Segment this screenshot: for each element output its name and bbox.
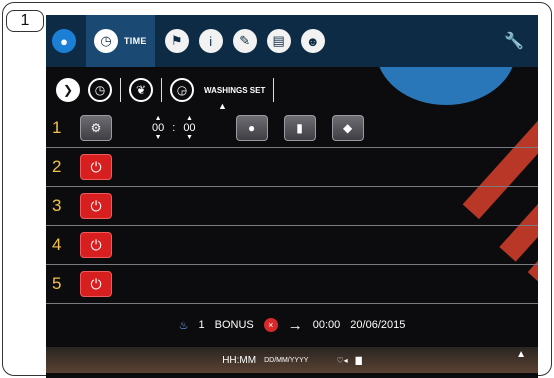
power-icon: ⏻ xyxy=(90,275,102,292)
time-format: HH:MM xyxy=(222,354,257,366)
row-number: 5 xyxy=(52,274,62,293)
tab-time-label: TIME xyxy=(124,36,147,46)
minutes-stepper[interactable]: ▲ 00 ▼ xyxy=(183,115,195,141)
hours-stepper[interactable]: ▲ 00 ▼ xyxy=(152,115,164,141)
bonus-count: 1 xyxy=(198,319,205,331)
row-number: 1 xyxy=(52,118,62,137)
milk-temperature-icon[interactable]: ▮ xyxy=(283,115,316,141)
bonus-bar: ♨ 1 BONUS × → 00:00 20/06/2015 xyxy=(46,311,538,339)
table-row: 3 ⏻ xyxy=(46,187,538,226)
info-icon[interactable]: i xyxy=(198,29,223,53)
power-button[interactable]: ⏻ xyxy=(80,193,112,219)
shower-icon: ♨ xyxy=(178,319,189,332)
power-icon: ⏻ xyxy=(90,197,102,214)
table-row: 2 ⏻ xyxy=(46,148,538,187)
sub-toolbar: ❯ ◷ ❦ ◶ WASHINGS SET xyxy=(46,73,275,107)
next-wash-time: 00:00 xyxy=(312,319,341,331)
row-number: 2 xyxy=(52,157,62,176)
separator xyxy=(273,78,275,102)
step-badge: 1 xyxy=(6,10,44,32)
hours-value: 00 xyxy=(152,122,165,134)
row-number: 4 xyxy=(52,235,62,254)
wrench-icon[interactable]: 🔧 xyxy=(504,31,524,51)
user-computer-icon[interactable]: ☻ xyxy=(300,29,325,53)
heart-volume-icon: ♡◂ xyxy=(336,355,348,365)
caret-up-icon[interactable]: ▲ xyxy=(155,115,162,122)
power-icon: ⏻ xyxy=(90,236,102,253)
table-row: 4 ⏻ xyxy=(46,226,538,265)
date-format: DD/MM/YYYY xyxy=(264,356,309,364)
separator xyxy=(161,78,162,102)
cleaning-tablet-icon[interactable]: ◆ xyxy=(331,115,364,141)
schedule-rows: 1 ⚙ ▲ 00 ▼ : ▲ 00 ▼ ● ▮ ◆ 2 ⏻ 3 ⏻ 4 ⏻ 5 … xyxy=(46,109,538,304)
water-drop-icon[interactable]: ● xyxy=(52,29,76,53)
coffee-bean-icon[interactable]: ● xyxy=(235,115,268,141)
wash-options: ● ▮ ◆ xyxy=(235,115,364,141)
flag-icon[interactable]: ⚑ xyxy=(164,29,189,53)
clock-power-icon[interactable]: ◷ xyxy=(88,78,112,102)
next-wash-date: 20/06/2015 xyxy=(350,319,406,331)
table-row: 5 ⏻ xyxy=(46,265,538,304)
separator xyxy=(120,78,121,102)
time-colon: : xyxy=(172,122,176,134)
minutes-value: 00 xyxy=(183,122,196,134)
time-setter: ▲ 00 ▼ : ▲ 00 ▼ xyxy=(152,115,196,141)
bonus-cancel-button[interactable]: × xyxy=(263,318,278,332)
caret-up-icon[interactable]: ▲ xyxy=(186,115,193,122)
table-row: 1 ⚙ ▲ 00 ▼ : ▲ 00 ▼ ● ▮ ◆ xyxy=(46,109,538,148)
arrow-right-icon: → xyxy=(287,316,303,334)
pencil-icon[interactable]: ✎ xyxy=(232,29,257,53)
caret-down-icon[interactable]: ▼ xyxy=(155,134,162,141)
power-button[interactable]: ⏻ xyxy=(80,232,112,258)
caret-down-icon[interactable]: ▼ xyxy=(186,134,193,141)
bonus-label: BONUS xyxy=(214,319,254,331)
top-toolbar: ● ◷ TIME ⚑ i ✎ ▤ ☻ 🔧 xyxy=(46,15,538,67)
tab-time[interactable]: ◷ TIME xyxy=(86,15,155,67)
chevron-right-icon[interactable]: ❯ xyxy=(56,78,80,102)
row-number: 3 xyxy=(52,196,62,215)
washings-set-label: WASHINGS SET xyxy=(204,85,266,95)
cup-icon: ▇ xyxy=(355,355,362,365)
arrow-up-icon[interactable]: ▲ xyxy=(516,349,526,360)
page: 1 ● ◷ TIME ⚑ i ✎ ▤ ☻ 🔧 ❯ ◷ ❦ ◶ WASHINGS … xyxy=(0,0,554,378)
leaf-icon[interactable]: ❦ xyxy=(129,78,153,102)
power-button[interactable]: ⏻ xyxy=(80,271,112,297)
document-icon[interactable]: ▤ xyxy=(266,29,291,53)
clock-icon: ◷ xyxy=(94,29,118,53)
status-bar: HH:MM DD/MM/YYYY ♡◂ ▇ xyxy=(46,347,538,373)
wash-program-button[interactable]: ⚙ xyxy=(80,115,112,141)
clock-drop-icon[interactable]: ◶ xyxy=(170,78,194,102)
device-screen: ● ◷ TIME ⚑ i ✎ ▤ ☻ 🔧 ❯ ◷ ❦ ◶ WASHINGS SE… xyxy=(46,15,538,378)
power-button[interactable]: ⏻ xyxy=(80,154,112,180)
power-icon: ⏻ xyxy=(90,158,102,175)
